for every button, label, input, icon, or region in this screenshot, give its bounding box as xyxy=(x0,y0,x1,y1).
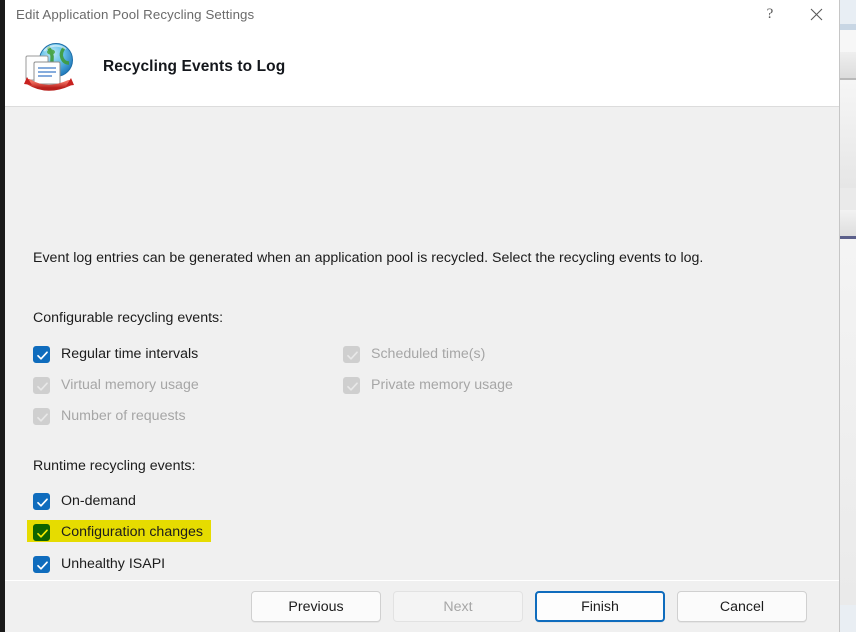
background-window[interactable] xyxy=(838,0,856,632)
edit-app-pool-recycling-settings-dialog: Edit Application Pool Recycling Settings… xyxy=(0,0,840,632)
cancel-button[interactable]: Cancel xyxy=(677,591,807,622)
checkbox-configuration-changes[interactable]: Configuration changes xyxy=(33,521,203,543)
checkbox-unhealthy-isapi[interactable]: Unhealthy ISAPI xyxy=(33,553,165,575)
checkbox-box xyxy=(33,376,50,394)
dialog-header: Recycling Events to Log xyxy=(5,28,839,107)
close-icon xyxy=(810,8,822,20)
checkbox-box xyxy=(33,407,50,425)
checkbox-label: Regular time intervals xyxy=(61,346,199,362)
window-title: Edit Application Pool Recycling Settings xyxy=(16,6,255,22)
checkmark-icon xyxy=(37,497,48,507)
checkbox-label: On-demand xyxy=(61,493,136,509)
checkbox-label: Unhealthy ISAPI xyxy=(61,556,166,572)
checkbox-box[interactable] xyxy=(33,345,50,363)
checkmark-icon xyxy=(37,528,48,538)
checkbox-on-demand[interactable]: On-demand xyxy=(33,490,136,512)
checkmark-icon xyxy=(37,560,48,570)
checkbox-box xyxy=(343,345,360,363)
dialog-body: Event log entries can be generated when … xyxy=(5,107,839,580)
runtime-events-label: Runtime recycling events: xyxy=(33,458,196,474)
checkbox-label: Scheduled time(s) xyxy=(371,346,486,362)
next-button: Next xyxy=(393,591,523,622)
close-button[interactable] xyxy=(793,0,839,28)
checkbox-label: Private memory usage xyxy=(371,377,513,393)
screen: Edit Application Pool Recycling Settings… xyxy=(0,0,856,632)
previous-button[interactable]: Previous xyxy=(251,591,381,622)
checkbox-box[interactable] xyxy=(33,523,50,541)
checkbox-virtual-memory-usage: Virtual memory usage xyxy=(33,374,199,396)
window-controls: ? xyxy=(747,0,839,28)
page-title: Recycling Events to Log xyxy=(103,58,286,75)
help-button[interactable]: ? xyxy=(747,0,793,28)
checkbox-label: Configuration changes xyxy=(61,524,203,540)
checkmark-icon xyxy=(37,350,48,360)
checkbox-number-of-requests: Number of requests xyxy=(33,405,186,427)
intro-text: Event log entries can be generated when … xyxy=(33,250,704,266)
configurable-events-label: Configurable recycling events: xyxy=(33,310,224,326)
finish-button[interactable]: Finish xyxy=(535,591,665,622)
checkmark-icon xyxy=(347,350,358,360)
title-bar: Edit Application Pool Recycling Settings… xyxy=(5,0,839,28)
checkbox-scheduled-times: Scheduled time(s) xyxy=(343,343,485,365)
checkbox-regular-time-intervals[interactable]: Regular time intervals xyxy=(33,343,198,365)
recycling-globe-document-icon xyxy=(18,38,80,96)
checkbox-label: Number of requests xyxy=(61,408,186,424)
checkmark-icon xyxy=(37,381,48,391)
checkbox-box[interactable] xyxy=(33,492,50,510)
checkbox-box[interactable] xyxy=(33,555,50,573)
checkbox-label: Virtual memory usage xyxy=(61,377,199,393)
checkmark-icon xyxy=(347,381,358,391)
checkbox-private-memory-usage: Private memory usage xyxy=(343,374,513,396)
dialog-footer: Previous Next Finish Cancel xyxy=(5,580,839,632)
checkmark-icon xyxy=(37,412,48,422)
checkbox-box xyxy=(343,376,360,394)
question-mark-icon: ? xyxy=(766,5,774,22)
